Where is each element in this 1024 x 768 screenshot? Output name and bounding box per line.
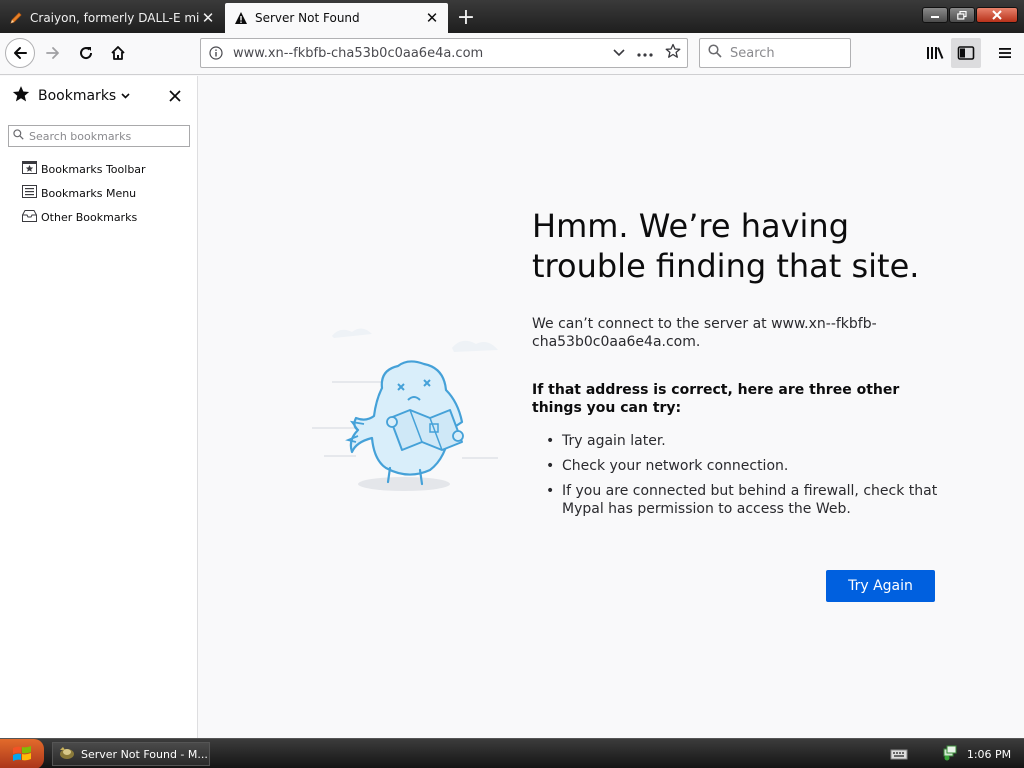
error-title: Hmm. We’re having trouble finding that s…: [532, 207, 920, 285]
url-tools: [613, 43, 687, 63]
chevron-down-icon: [121, 91, 130, 102]
menu-button[interactable]: [990, 38, 1020, 68]
suggestions-list: Try again later. Check your network conn…: [532, 432, 952, 525]
home-button[interactable]: [103, 38, 133, 68]
list-item: Check your network connection.: [532, 457, 952, 475]
sidebar-item-bookmarks-toolbar[interactable]: Bookmarks Toolbar: [22, 160, 146, 178]
restore-button[interactable]: [949, 7, 975, 23]
bookmark-search-input[interactable]: Search bookmarks: [8, 125, 190, 147]
close-window-button[interactable]: [976, 7, 1018, 23]
close-sidebar-icon[interactable]: [165, 86, 185, 106]
minimize-button[interactable]: [922, 7, 948, 23]
bookmarks-toolbar-icon: [22, 161, 37, 177]
sidebar-item-label: Other Bookmarks: [41, 210, 138, 224]
windows-logo-icon: [13, 746, 31, 761]
window-controls: [922, 7, 1018, 23]
page-actions-icon[interactable]: [637, 46, 653, 61]
url-text[interactable]: www.xn--fkbfb-cha53b0c0aa6e4a.com: [231, 46, 613, 61]
browser-icon: [59, 746, 75, 763]
other-bookmarks-icon: [22, 209, 37, 225]
taskbar: Server Not Found - M... 1:06 PM: [0, 738, 1024, 768]
sidebar-item-label: Bookmarks Menu: [41, 186, 137, 200]
site-info-icon[interactable]: [201, 46, 231, 60]
forward-button[interactable]: [38, 38, 68, 68]
keyboard-icon[interactable]: [890, 746, 908, 760]
warning-icon: [233, 10, 249, 26]
search-placeholder: Search: [730, 45, 775, 61]
search-bar[interactable]: Search: [699, 38, 851, 68]
sidebar-toggle-button[interactable]: [951, 38, 981, 68]
new-tab-button[interactable]: +: [452, 4, 480, 30]
clock[interactable]: 1:06 PM: [966, 739, 1012, 768]
search-icon: [708, 44, 722, 62]
pencil-icon: [8, 10, 24, 26]
error-description: We can’t connect to the server at www.xn…: [532, 316, 877, 350]
sidebar-item-other-bookmarks[interactable]: Other Bookmarks: [22, 208, 137, 226]
taskbar-item-browser[interactable]: Server Not Found - M...: [52, 742, 210, 766]
bookmarks-menu-icon: [22, 185, 37, 201]
star-icon: [12, 85, 30, 107]
forward-arrow-icon: [46, 47, 59, 59]
library-icon: [927, 47, 944, 59]
list-item: Try again later.: [532, 432, 952, 450]
bookmark-search-placeholder: Search bookmarks: [29, 129, 132, 143]
back-arrow-icon: [14, 47, 27, 59]
back-button[interactable]: [5, 38, 35, 68]
tab-title: Server Not Found: [255, 11, 360, 25]
chevron-down-icon[interactable]: [613, 46, 625, 61]
network-icon[interactable]: [942, 745, 958, 761]
search-icon: [13, 129, 24, 143]
library-button[interactable]: [920, 38, 950, 68]
tab-strip: Craiyon, formerly DALL-E mini ✕ Server N…: [0, 0, 1024, 33]
close-tab-icon[interactable]: ✕: [200, 9, 216, 27]
close-tab-icon[interactable]: ✕: [424, 9, 440, 27]
sidebar-icon: [957, 46, 975, 60]
try-again-button[interactable]: Try Again: [826, 570, 935, 602]
hamburger-menu-icon: [999, 48, 1011, 58]
taskbar-item-label: Server Not Found - M...: [81, 747, 208, 761]
sidebar-item-bookmarks-menu[interactable]: Bookmarks Menu: [22, 184, 136, 202]
home-icon: [111, 46, 125, 60]
reload-button[interactable]: [71, 38, 101, 68]
sidebar-item-label: Bookmarks Toolbar: [41, 162, 146, 176]
star-bookmark-icon[interactable]: [665, 43, 681, 63]
navigation-toolbar: www.xn--fkbfb-cha53b0c0aa6e4a.com Search: [0, 33, 1024, 75]
error-illustration: [312, 318, 508, 500]
sidebar-title: Bookmarks: [38, 88, 117, 104]
url-bar[interactable]: www.xn--fkbfb-cha53b0c0aa6e4a.com: [200, 38, 688, 68]
tab-server-not-found[interactable]: Server Not Found ✕: [225, 3, 448, 33]
tab-title: Craiyon, formerly DALL-E mini: [30, 11, 200, 25]
start-button[interactable]: [0, 739, 44, 768]
list-item: If you are connected but behind a firewa…: [532, 482, 952, 518]
reload-icon: [80, 47, 93, 60]
bookmarks-sidebar: Bookmarks Search bookmarks Bookmarks Too…: [0, 76, 198, 738]
tab-craiyon[interactable]: Craiyon, formerly DALL-E mini ✕: [0, 3, 224, 33]
suggestions-heading: If that address is correct, here are thr…: [532, 382, 900, 416]
